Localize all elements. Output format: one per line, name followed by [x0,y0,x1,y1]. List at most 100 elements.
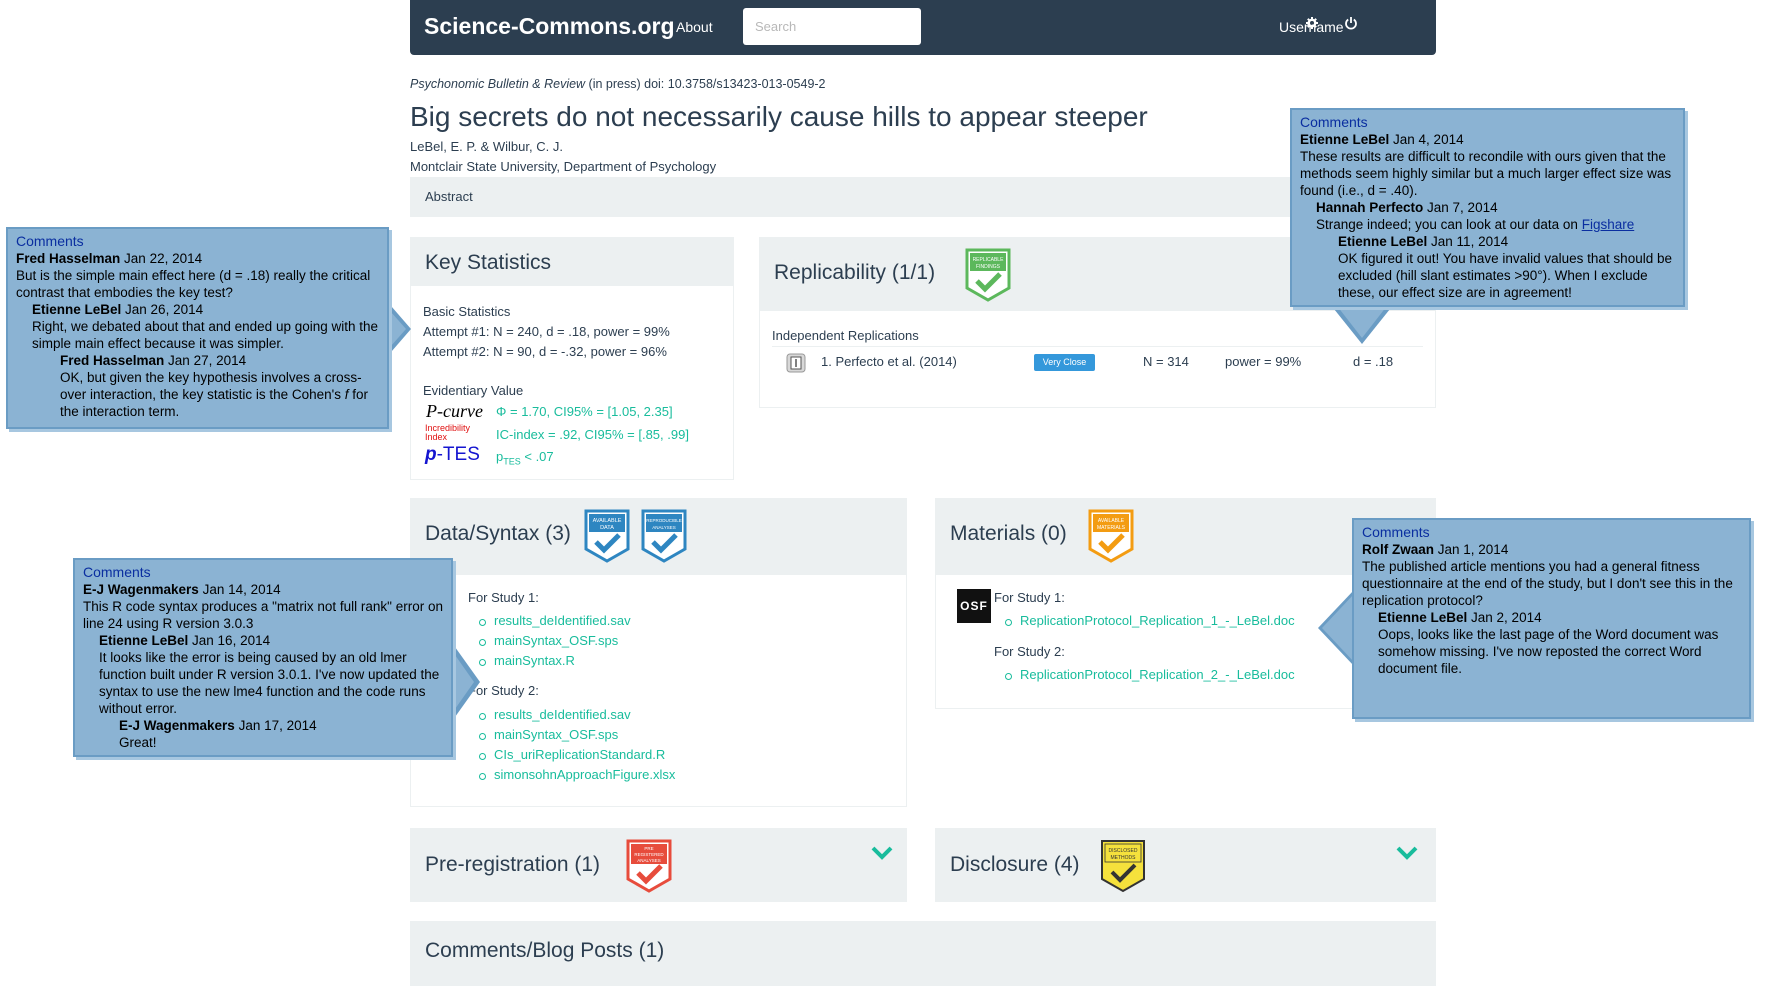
pcurve-logo: P-curve [426,401,483,421]
comment-callout-materials: Comments Rolf Zwaan Jan 1, 2014 The publ… [1352,518,1751,719]
file-link[interactable]: results_deIdentified.sav [468,707,675,727]
chevron-down-icon[interactable] [1396,846,1418,860]
ptes-logo-rest: -TES [436,444,480,465]
replication-row-label[interactable]: 1. Perfecto et al. (2014) [821,354,957,369]
gear-icon[interactable] [1305,16,1319,30]
osf-logo: OSF [957,589,991,623]
callout-header: Comments [1362,524,1430,540]
comment-text: This R code syntax produces a "matrix no… [83,599,443,631]
comment: Fred Hasselman Jan 27, 2014 [16,352,379,369]
file-link[interactable]: CIs_uriReplicationStandard.R [468,747,675,767]
file-link[interactable]: simonsohnApproachFigure.xlsx [468,767,675,787]
comment-author: Etienne LeBel [1300,132,1390,147]
comment-text: The published article mentions you had a… [1362,559,1733,608]
comments-blog-title: Comments/Blog Posts (1) [425,939,665,962]
svg-text:REGISTERED: REGISTERED [634,852,664,857]
replication-n: N = 314 [1143,354,1189,369]
svg-text:ANALYSES: ANALYSES [637,858,660,863]
divider [772,346,1423,347]
ptes-rest: < .07 [520,449,554,464]
basic-statistics-label: Basic Statistics [423,304,511,319]
disclosed-methods-badge: DISCLOSED METHODS [1101,840,1145,893]
data-syntax-panel: Data/Syntax (3) AVAILABLE DATA REPRODUCI… [410,498,907,807]
ic-index-value[interactable]: IC-index = .92, CI95% = [.85, .99] [496,427,689,442]
callout-header: Comments [83,564,151,580]
abstract-label: Abstract [425,189,473,204]
disclosure-panel[interactable]: Disclosure (4) DISCLOSED METHODS [935,828,1436,902]
attempt2-stats: Attempt #2: N = 90, d = -.32, power = 96… [423,344,667,359]
comment-author: Etienne LeBel [1338,234,1428,249]
abstract-toggle[interactable]: Abstract [410,177,1436,217]
ptes-value[interactable]: pTES < .07 [496,449,554,467]
available-data-badge: AVAILABLE DATA [584,509,630,563]
svg-text:FINDINGS: FINDINGS [976,264,1001,270]
comment-date: Jan 14, 2014 [198,582,281,597]
ptes-logo-p: p [425,444,437,465]
svg-text:ANALYSES: ANALYSES [652,525,675,530]
preregistration-title: Pre-registration (1) [425,853,601,876]
file-link[interactable]: ReplicationProtocol_Replication_1_-_LeBe… [994,613,1295,633]
comment-author: Etienne LeBel [99,633,189,648]
nav-about-link[interactable]: About [676,19,713,35]
study2-label: For Study 2: [994,644,1065,659]
svg-text:METHODS: METHODS [1111,855,1137,861]
affiliation: Montclair State University, Department o… [410,159,717,174]
comment-date: Jan 2, 2014 [1467,610,1542,625]
navbar: Science-Commons.org About Username [410,0,1436,55]
svg-text:AVAILABLE: AVAILABLE [1098,518,1125,524]
comment-date: Jan 16, 2014 [188,633,271,648]
authors: LeBel, E. P. & Wilbur, C. J. [410,139,563,154]
comment-author: Fred Hasselman [60,353,165,368]
comment-date: Jan 22, 2014 [120,251,203,266]
power-icon[interactable] [1344,16,1358,30]
file-link[interactable]: ReplicationProtocol_Replication_2_-_LeBe… [994,667,1295,687]
chevron-down-icon[interactable] [871,846,893,860]
comment-date: Jan 11, 2014 [1427,234,1509,249]
comment-text: Strange indeed; you can look at our data… [1300,216,1675,233]
comment-date: Jan 26, 2014 [121,302,204,317]
pcurve-value[interactable]: Φ = 1.70, CI95% = [1.05, 2.35] [496,404,673,419]
closeness-badge: Very Close [1034,354,1095,371]
comment-text: It looks like the error is being caused … [99,650,440,716]
svg-text:MATERIALS: MATERIALS [1097,525,1126,531]
attempt1-stats: Attempt #1: N = 240, d = .18, power = 99… [423,324,670,339]
study1-label: For Study 1: [468,590,539,605]
incredibility-index-logo: Incredibility Index [425,424,470,442]
study1-file-list: ReplicationProtocol_Replication_1_-_LeBe… [994,613,1295,633]
comment-author: Etienne LeBel [1378,610,1468,625]
file-link[interactable]: mainSyntax.R [468,653,631,673]
ic-logo-line2: Index [425,432,448,442]
independent-replications-label: Independent Replications [772,328,919,343]
file-link[interactable]: mainSyntax_OSF.sps [468,727,675,747]
study2-file-list: ReplicationProtocol_Replication_2_-_LeBe… [994,667,1295,687]
svg-text:DATA: DATA [600,525,614,531]
replication-d: d = .18 [1353,354,1394,369]
svg-text:REPLICABLE: REPLICABLE [973,257,1005,263]
citation: Psychonomic Bulletin & Review (in press)… [410,77,826,91]
comment-text: Great! [119,735,157,750]
university-seal-icon [786,353,806,373]
callout-header: Comments [1300,114,1368,130]
comment-text: OK, but given the key hypothesis involve… [16,369,379,420]
search-input[interactable] [743,8,921,45]
comment: Etienne LeBel Jan 11, 2014 [1300,233,1675,250]
replication-power: power = 99% [1225,354,1302,369]
callout-pointer [1334,302,1390,338]
comment-date: Jan 17, 2014 [234,718,317,733]
comment-text-part: OK, but given the key hypothesis involve… [60,370,362,402]
comments-blog-panel[interactable]: Comments/Blog Posts (1) [410,921,1436,986]
data-syntax-title: Data/Syntax (3) [425,522,571,545]
study2-file-list: results_deIdentified.sav mainSyntax_OSF.… [468,707,675,787]
comment: E-J Wagenmakers Jan 14, 2014 [83,581,443,598]
file-link[interactable]: mainSyntax_OSF.sps [468,633,631,653]
brand-logo[interactable]: Science-Commons.org [424,13,675,40]
comment: Hannah Perfecto Jan 7, 2014 [1300,199,1675,216]
comment-text: OK figured it out! You have invalid valu… [1338,251,1672,300]
figshare-link[interactable]: Figshare [1582,217,1635,232]
replicable-findings-badge: REPLICABLE FINDINGS [965,248,1011,302]
file-link[interactable]: results_deIdentified.sav [468,613,631,633]
materials-title: Materials (0) [950,522,1067,545]
preregistration-panel[interactable]: Pre-registration (1) PRE REGISTERED ANAL… [410,828,907,902]
disclosure-title: Disclosure (4) [950,853,1080,876]
comment: Etienne LeBel Jan 16, 2014 [83,632,443,649]
